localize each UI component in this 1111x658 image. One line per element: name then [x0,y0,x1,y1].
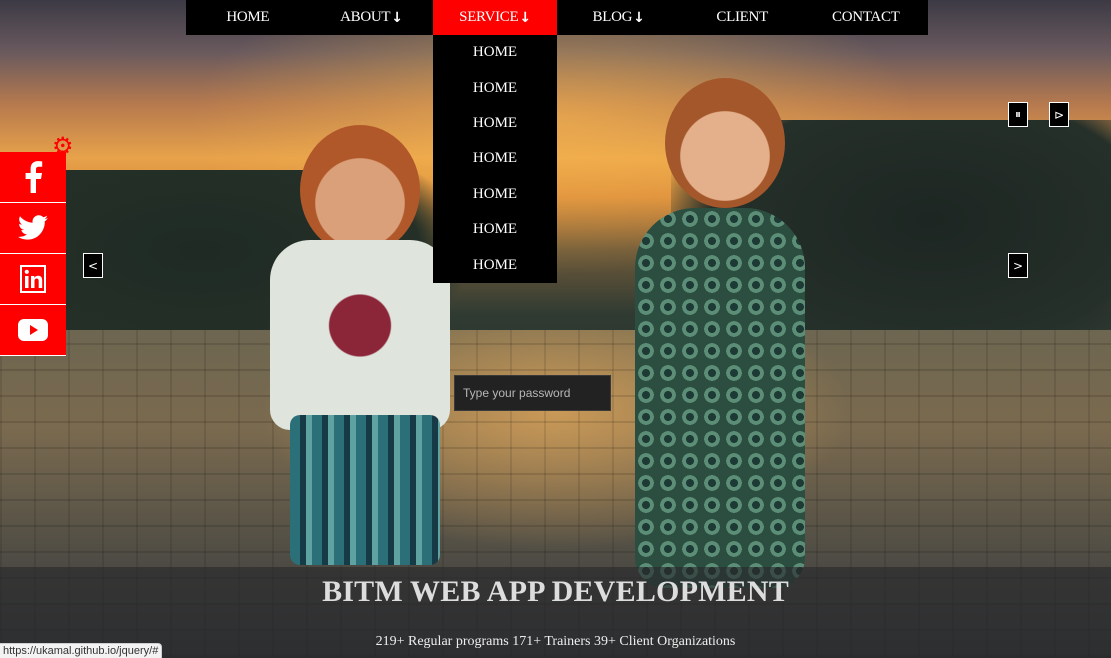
status-bar-url: https://ukamal.github.io/jquery/# [0,643,163,658]
prev-slide-button[interactable]: < [83,253,103,278]
dropdown-item[interactable]: HOME [433,106,557,141]
nav-item-blog[interactable]: BLOG ↓ [557,0,681,35]
facebook-icon [25,161,43,193]
nav-item-label: ABOUT [340,9,391,25]
arrow-down-icon: ↓ [519,9,531,26]
nav-item-about[interactable]: ABOUT ↓ [310,0,434,35]
linkedin-icon [20,265,46,293]
service-dropdown-menu: HOME HOME HOME HOME HOME HOME HOME [433,35,557,283]
arrow-down-icon: ↓ [391,9,403,26]
pause-button[interactable]: ⏸ [1008,102,1028,127]
facebook-button[interactable] [0,152,66,203]
dropdown-item[interactable]: HOME [433,141,557,176]
dropdown-item[interactable]: HOME [433,70,557,105]
youtube-button[interactable] [0,305,66,356]
nav-item-label: BLOG [592,9,633,25]
play-button[interactable]: ⊳ [1049,102,1069,127]
twitter-button[interactable] [0,203,66,254]
top-navigation: HOME ABOUT ↓ SERVICE ↓ BLOG ↓ CLIENT CONTAC… [186,0,928,35]
nav-item-client[interactable]: CLIENT [680,0,804,35]
chevron-left-icon: < [87,258,99,273]
hero-headline: BITM WEB APP DEVELOPMENT [322,575,789,608]
dropdown-item[interactable]: HOME [433,177,557,212]
nav-item-label: CLIENT [716,9,768,25]
pause-icon: ⏸ [1014,107,1021,121]
twitter-icon [18,215,48,240]
dropdown-item[interactable]: HOME [433,35,557,70]
youtube-icon [18,319,48,341]
arrow-down-icon: ↓ [633,9,645,26]
chevron-right-icon: > [1012,258,1024,273]
nav-item-contact[interactable]: CONTACT [804,0,928,35]
nav-item-label: CONTACT [831,9,900,25]
nav-item-home[interactable]: HOME [186,0,310,35]
dropdown-item[interactable]: HOME [433,247,557,282]
linkedin-button[interactable] [0,254,66,305]
next-slide-button[interactable]: > [1008,253,1028,278]
nav-item-label: HOME [226,9,270,25]
social-sidebar [0,152,66,356]
hero-stats: 219+ Regular programs 171+ Trainers 39+ … [375,634,736,649]
nav-item-label: SERVICE [459,9,519,25]
password-input[interactable] [454,375,611,411]
play-icon: ⊳ [1053,107,1065,122]
hero-photo-girl [625,78,815,598]
nav-item-service[interactable]: SERVICE ↓ [433,0,557,35]
dropdown-item[interactable]: HOME [433,212,557,247]
hero-photo-boy [270,125,460,575]
